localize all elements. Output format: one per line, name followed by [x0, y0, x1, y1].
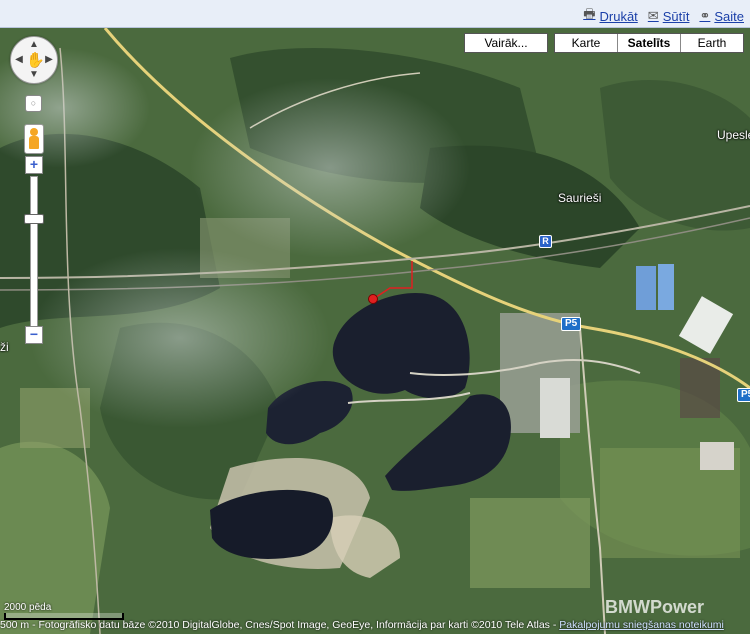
envelope-icon: ✉ — [647, 8, 659, 23]
pan-left-arrow-icon[interactable]: ◀ — [13, 54, 25, 66]
satellite-imagery — [0, 28, 750, 634]
print-link[interactable]: 🖶 Drukāt — [583, 5, 638, 27]
place-label-left: ži — [0, 340, 9, 354]
place-label-sauriesi: Saurieši — [558, 191, 602, 205]
top-toolbar: 🖶 Drukāt ✉ Sūtīt ⚭ Saite — [0, 0, 750, 28]
zoom-in-button[interactable]: + — [25, 156, 43, 174]
map-scale: 2000 pēda — [4, 602, 124, 620]
scale-label-feet: 2000 pēda — [4, 602, 52, 613]
pan-down-arrow-icon[interactable]: ▼ — [28, 69, 40, 81]
zoom-slider-track[interactable] — [30, 176, 38, 328]
map-type-controls: Vairāk... Karte Satelīts Earth — [464, 33, 744, 53]
link-label: Saite — [714, 8, 744, 24]
terms-link[interactable]: Pakalpojumu sniegšanas noteikumi — [559, 619, 724, 631]
zoom-out-button[interactable]: − — [25, 326, 43, 344]
print-label: Drukāt — [599, 8, 638, 24]
scale-label-meters: 500 m — [0, 619, 30, 631]
copyright-text: - Fotogrāfisko datu bāze ©2010 DigitalGl… — [32, 619, 557, 631]
more-layers-button[interactable]: Vairāk... — [464, 33, 548, 53]
satellite-map[interactable]: Saurieši Upesle ži P5 P5 R Vairāk... Kar… — [0, 28, 750, 634]
pan-up-arrow-icon[interactable]: ▲ — [28, 39, 40, 51]
place-label-upesle: Upesle — [717, 128, 750, 142]
send-link[interactable]: ✉ Sūtīt — [648, 5, 690, 27]
location-marker[interactable] — [368, 294, 378, 304]
copyright-bar: 500 m - Fotogrāfisko datu bāze ©2010 Dig… — [0, 619, 750, 631]
road-shield-p5: P5 — [561, 317, 582, 331]
railway-station-icon[interactable]: R — [539, 235, 552, 248]
watermark: BMWPower — [605, 597, 704, 617]
chain-link-icon: ⚭ — [699, 8, 711, 23]
road-shield-p5-east: P5 — [737, 388, 750, 402]
printer-icon: 🖶 — [583, 6, 596, 21]
hand-icon: ✋ — [26, 52, 45, 69]
send-label: Sūtīt — [662, 8, 690, 24]
reset-view-button[interactable]: ○ — [25, 95, 42, 112]
map-type-satellite-button[interactable]: Satelīts — [617, 34, 680, 52]
map-type-map-button[interactable]: Karte — [555, 34, 617, 52]
pegman-head — [30, 128, 38, 136]
toolbar-links: 🖶 Drukāt ✉ Sūtīt ⚭ Saite — [583, 5, 744, 27]
pegman-body — [29, 136, 39, 149]
map-type-earth-button[interactable]: Earth — [680, 34, 743, 52]
pan-control[interactable]: ▲ ▼ ◀ ▶ ✋ — [10, 36, 58, 84]
street-view-pegman-icon[interactable] — [24, 124, 44, 154]
map-type-group: Karte Satelīts Earth — [554, 33, 744, 53]
zoom-slider-thumb[interactable] — [24, 214, 44, 224]
link-link[interactable]: ⚭ Saite — [699, 5, 744, 27]
